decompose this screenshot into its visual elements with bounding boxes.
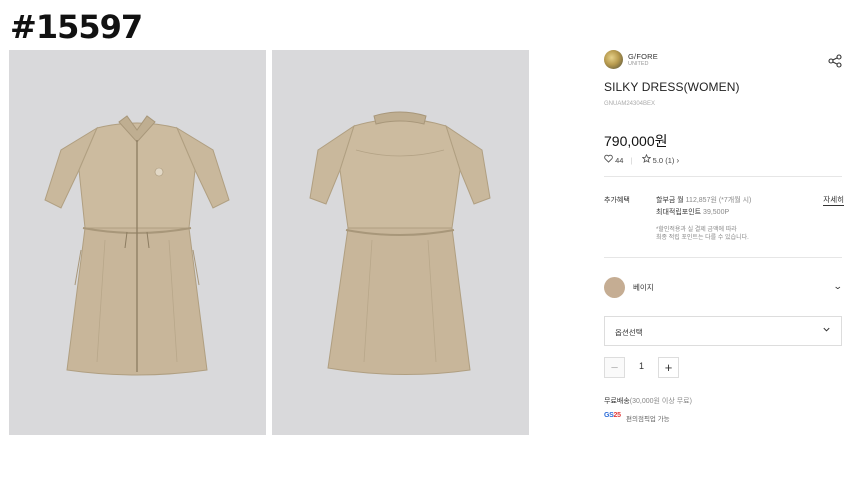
option-select[interactable]: 옵션선택 [604,316,842,346]
chevron-down-icon [823,327,830,332]
stats-divider: | [630,155,633,165]
points-info: 최대적립포인트 39,500P [656,207,729,217]
rating-value: 5.0 [652,156,664,166]
dress-back-illustration [309,111,491,376]
installment-value: 112,857원 (*7개월 시) [685,197,752,204]
benefit-note-line2: 최종 적립 포인트는 다를 수 있습니다. [656,235,749,241]
review-count: (1) [665,156,675,166]
color-swatch[interactable] [604,277,625,298]
chevron-right-icon: › [676,156,680,166]
brand-name[interactable]: G/FORE [628,52,658,61]
color-name[interactable]: 베이지 [633,282,654,293]
option-select-label: 옵션선택 [615,328,643,337]
shipping-condition: (30,000원 이상 무료) [629,398,692,405]
installment-label: 할부금 월 [656,197,684,204]
product-code: GNUAM24304BEX [604,101,656,107]
product-image-front[interactable] [9,50,266,435]
gs25-logo-gs: GS [604,412,614,419]
quantity-value[interactable]: 1 [625,361,658,371]
product-price: 790,000원 [604,133,668,149]
post-id-title: #15597 [10,8,143,46]
benefit-label: 추가혜택 [604,197,630,204]
gs25-logo-25: 25 [613,412,621,419]
brand-logo[interactable] [604,50,623,69]
installment-info: 할부금 월 112,857원 (*7개월 시) [656,195,751,205]
brand-subtitle: UNITED [628,61,649,67]
quantity-decrease-button[interactable]: − [604,357,625,378]
gs25-logo: GS25 [604,412,621,419]
divider [604,176,842,177]
brand-row: G/FORE UNITED [604,50,844,70]
quantity-increase-button[interactable]: + [658,357,679,378]
star-icon [641,153,651,163]
dress-front-illustration [44,115,230,376]
divider [604,257,842,258]
points-value: 39,500P [703,209,730,216]
benefit-detail-link[interactable]: 자세히 [823,195,844,206]
shipping-label: 무료배송 [604,398,630,405]
shipping-info: 무료배송(30,000원 이상 무료) [604,396,692,406]
share-icon[interactable] [828,54,842,68]
heart-icon [604,154,613,163]
points-label: 최대적립포인트 [656,209,702,216]
product-image-back[interactable] [272,50,529,435]
like-button[interactable]: 44 [604,154,623,167]
product-name: SILKY DRESS(WOMEN) [604,80,740,94]
pickup-text: 편의점픽업 가능 [626,416,670,423]
chevron-down-icon[interactable]: ⌄ [833,281,843,292]
quantity-stepper: − 1 + [604,357,684,378]
review-link[interactable]: 5.0 (1) › [640,153,680,167]
like-count: 44 [615,156,624,166]
product-stats: 44 | 5.0 (1) › [604,153,680,167]
